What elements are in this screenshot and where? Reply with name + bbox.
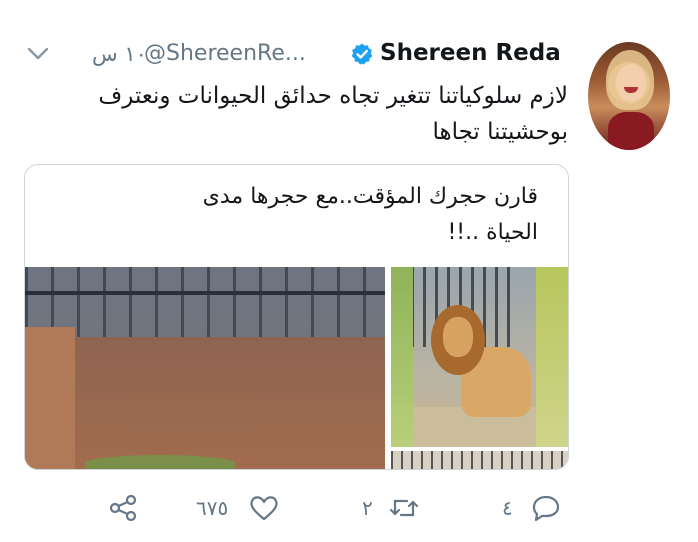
author-handle[interactable]: @ShereenRe... [144,41,306,66]
card-caption: قارن حجرك المؤقت..مع حجرها مدى الحياة ..… [78,179,538,251]
enclosure-grass [85,455,235,469]
foliage-left [391,267,413,447]
enclosure-photo[interactable] [25,267,385,469]
author-name[interactable]: Shereen Reda [380,40,561,66]
reply-count: ٤ [502,496,513,520]
retweet-count: ٢ [362,496,373,520]
heart-icon[interactable] [248,494,280,522]
retweet-icon[interactable] [388,494,420,522]
foliage-right [536,267,568,447]
tweet-header: ١٠ س @ShereenRe... Shereen Reda [20,40,568,70]
card-caption-line: الحياة ..!! [447,220,538,245]
enclosure-pillar [25,327,75,469]
avatar-dress [608,112,654,150]
avatar-face [616,64,646,102]
lion-photo[interactable] [391,267,568,447]
tweet-text-line: لازم سلوكياتنا تتغير تجاه حدائق الحيوانا… [98,83,568,109]
tweet-actions: ٦٧٥ ٢ ٤ [0,486,698,530]
tweet-text-line: بوحشيتنا تجاها [432,119,568,145]
chevron-down-icon[interactable] [26,44,50,64]
reply-icon[interactable] [530,494,562,522]
tweet-card[interactable]: ١٠ س @ShereenRe... Shereen Reda لازم سلو… [0,0,698,542]
tweet-timestamp[interactable]: ١٠ س [92,42,147,66]
media-card[interactable]: قارن حجرك المؤقت..مع حجرها مدى الحياة ..… [24,164,569,470]
like-count: ٦٧٥ [196,496,229,520]
lion-face [443,317,473,357]
tweet-text: لازم سلوكياتنا تتغير تجاه حدائق الحيوانا… [48,78,568,150]
card-caption-line: قارن حجرك المؤقت..مع حجرها مدى [202,184,538,209]
avatar[interactable] [588,42,670,150]
share-icon[interactable] [108,494,140,522]
verified-badge-icon [351,43,373,65]
enclosure-roof [25,267,385,337]
cage-photo-strip [391,451,568,469]
enclosure-wall [75,337,385,469]
enclosure-beam [25,291,385,295]
